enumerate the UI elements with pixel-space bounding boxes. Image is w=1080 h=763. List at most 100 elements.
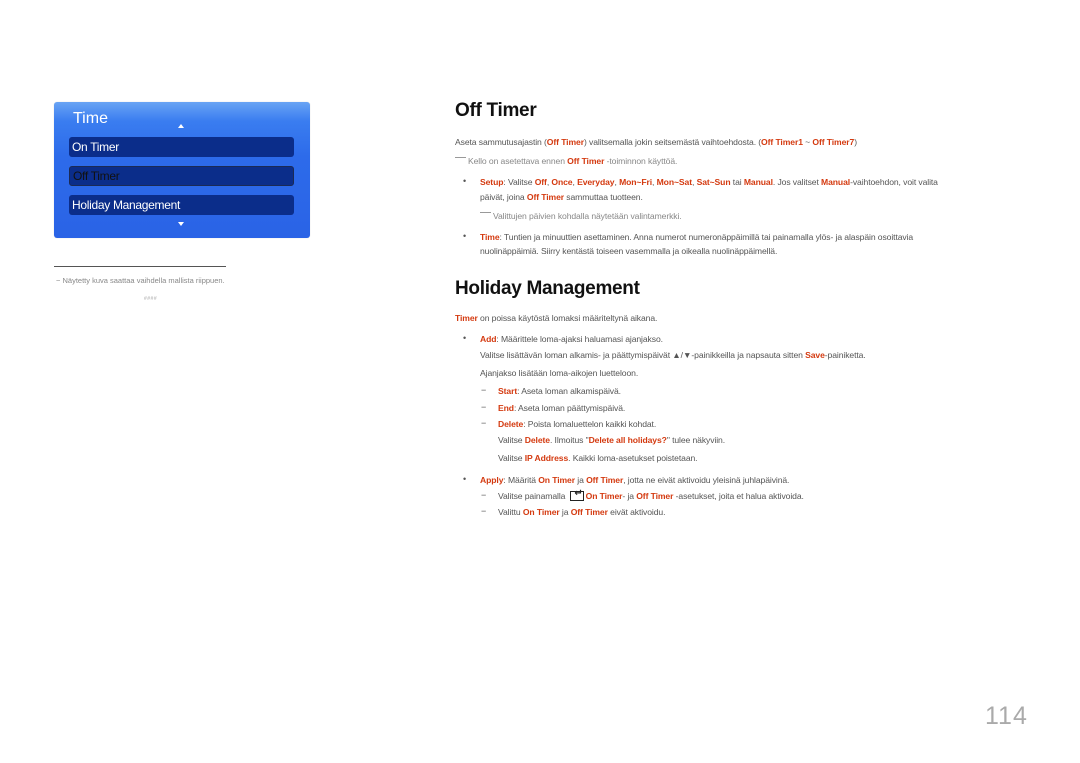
- term-start: Start: [498, 386, 518, 396]
- text: päivät, joina: [480, 192, 527, 202]
- holiday-intro: Timer on poissa käytöstä lomaksi määrite…: [455, 313, 657, 323]
- term-add: Add: [480, 334, 497, 344]
- text: sammuttaa tuotteen.: [564, 192, 643, 202]
- dash-icon: −: [481, 402, 487, 412]
- menu-title: Time: [73, 110, 108, 127]
- term-delete-all-holidays: Delete all holidays?: [588, 435, 667, 445]
- time-menu-panel: Time On Timer Off Timer Holiday Manageme…: [54, 102, 310, 238]
- option-sat-sun: Sat~Sun: [696, 177, 731, 187]
- term-off-timer7: Off Timer7: [812, 137, 855, 147]
- enter-icon: [569, 488, 584, 501]
- apply-sub-1: Valitse painamalla On Timer- ja Off Time…: [498, 488, 804, 501]
- delete-line: Delete: Poista lomaluettelon kaikki kohd…: [498, 419, 656, 429]
- text: Valitse lisättävän loman alkamis- ja pää…: [480, 350, 806, 360]
- option-off: Off: [534, 177, 547, 187]
- apply-line: Apply: Määritä On Timer ja Off Timer, jo…: [480, 475, 789, 485]
- text: -toiminnon käyttöä.: [604, 156, 678, 166]
- term-off-timer: Off Timer: [586, 475, 624, 485]
- footnote-text: Näytetty kuva saattaa vaihdella mallista…: [62, 276, 225, 285]
- note-icon: [480, 212, 491, 213]
- dash-icon: −: [481, 385, 487, 395]
- term-apply: Apply: [480, 475, 504, 485]
- option-everyday: Everyday: [577, 177, 615, 187]
- time-line: Time: Tuntien ja minuuttien asettaminen.…: [480, 232, 913, 242]
- image-code: ####: [144, 296, 158, 302]
- text: eivät aktivoidu.: [607, 507, 666, 517]
- dash-icon: −: [481, 418, 487, 428]
- text: : Aseta loman alkamispäivä.: [517, 386, 621, 396]
- text: Valitse painamalla: [498, 491, 568, 501]
- footnote: − Näytetty kuva saattaa vaihdella mallis…: [56, 276, 225, 285]
- text: . Kaikki loma-asetukset poistetaan.: [568, 453, 698, 463]
- text: ) valitsemalla jokin seitsemästä vaihtoe…: [583, 137, 762, 147]
- menu-item-off-timer[interactable]: Off Timer: [69, 166, 294, 186]
- off-timer-intro: Aseta sammutusajastin (Off Timer) valits…: [455, 137, 857, 147]
- term-off-timer: Off Timer: [526, 192, 565, 202]
- term-delete: Delete: [498, 419, 524, 429]
- text: : Määrittele loma-ajaksi haluamasi ajanj…: [496, 334, 663, 344]
- holiday-management-heading: Holiday Management: [455, 278, 640, 299]
- text: ): [854, 137, 857, 147]
- setup-note: Valittujen päivien kohdalla näytetään va…: [480, 211, 682, 221]
- term-setup: Setup: [480, 177, 504, 187]
- text: ~: [802, 137, 813, 147]
- setup-line: Setup: Valitse Off, Once, Everyday, Mon~…: [480, 177, 938, 187]
- text: Valitse: [498, 453, 525, 463]
- end-line: End: Aseta loman päättymispäivä.: [498, 403, 625, 413]
- text: ja: [574, 475, 587, 485]
- text: on poissa käytöstä lomaksi määriteltynä …: [477, 313, 658, 323]
- text: : Määritä: [503, 475, 539, 485]
- term-ip-address: IP Address: [524, 453, 569, 463]
- add-line-3: Ajanjakso lisätään loma-aikojen luettelo…: [480, 368, 639, 378]
- bullet-icon: •: [463, 333, 467, 343]
- option-once: Once: [551, 177, 573, 187]
- text: : Poista lomaluettelon kaikki kohdat.: [523, 419, 657, 429]
- text: tai: [730, 177, 744, 187]
- term-on-timer: On Timer: [585, 491, 623, 501]
- term-time: Time: [480, 232, 500, 242]
- text: -asetukset, joita et halua aktivoida.: [673, 491, 804, 501]
- setup-line-2: päivät, joina Off Timer sammuttaa tuotte…: [480, 192, 643, 202]
- dash-icon: −: [481, 506, 487, 516]
- bullet-icon: •: [463, 474, 467, 484]
- off-timer-heading: Off Timer: [455, 100, 537, 121]
- text: -painiketta.: [824, 350, 866, 360]
- option-mon-sat: Mon~Sat: [656, 177, 692, 187]
- add-line: Add: Määrittele loma-ajaksi haluamasi aj…: [480, 334, 663, 344]
- time-line-2: nuolinäppäimiä. Siirry kentästä toiseen …: [480, 246, 778, 256]
- text: : Aseta loman päättymispäivä.: [513, 403, 626, 413]
- term-manual: Manual: [821, 177, 851, 187]
- term-off-timer: Off Timer: [567, 156, 605, 166]
- term-off-timer: Off Timer: [546, 137, 584, 147]
- term-delete: Delete: [524, 435, 550, 445]
- text: . Ilmoitus ": [549, 435, 589, 445]
- text: ja: [559, 507, 571, 517]
- text: Valittu: [498, 507, 523, 517]
- menu-item-holiday-management[interactable]: Holiday Management: [69, 195, 294, 215]
- scroll-down-icon[interactable]: [178, 222, 184, 226]
- term-end: End: [498, 403, 514, 413]
- off-timer-note: Kello on asetettava ennen Off Timer -toi…: [455, 156, 677, 166]
- add-line-2: Valitse lisättävän loman alkamis- ja pää…: [480, 350, 866, 360]
- text: : Tuntien ja minuuttien asettaminen. Ann…: [499, 232, 914, 242]
- bullet-icon: •: [463, 176, 467, 186]
- scroll-up-icon[interactable]: [178, 124, 184, 128]
- term-save: Save: [805, 350, 825, 360]
- option-manual: Manual: [743, 177, 773, 187]
- term-off-timer: Off Timer: [636, 491, 674, 501]
- text: Kello on asetettava ennen: [468, 156, 568, 166]
- text: Valitse: [498, 435, 525, 445]
- page-number: 114: [985, 702, 1028, 730]
- delete-line-3: Valitse IP Address. Kaikki loma-asetukse…: [498, 453, 698, 463]
- text: " tulee näkyviin.: [666, 435, 726, 445]
- menu-item-on-timer[interactable]: On Timer: [69, 137, 294, 157]
- term-timer: Timer: [455, 313, 478, 323]
- footnote-dash: −: [56, 276, 61, 285]
- text: . Jos valitset: [772, 177, 822, 187]
- text: : Valitse: [503, 177, 535, 187]
- apply-sub-2: Valittu On Timer ja Off Timer eivät akti…: [498, 507, 666, 517]
- term-on-timer: On Timer: [522, 507, 560, 517]
- note-icon: [455, 157, 466, 158]
- bullet-icon: •: [463, 231, 467, 241]
- text: -vaihtoehdon, voit valita: [850, 177, 938, 187]
